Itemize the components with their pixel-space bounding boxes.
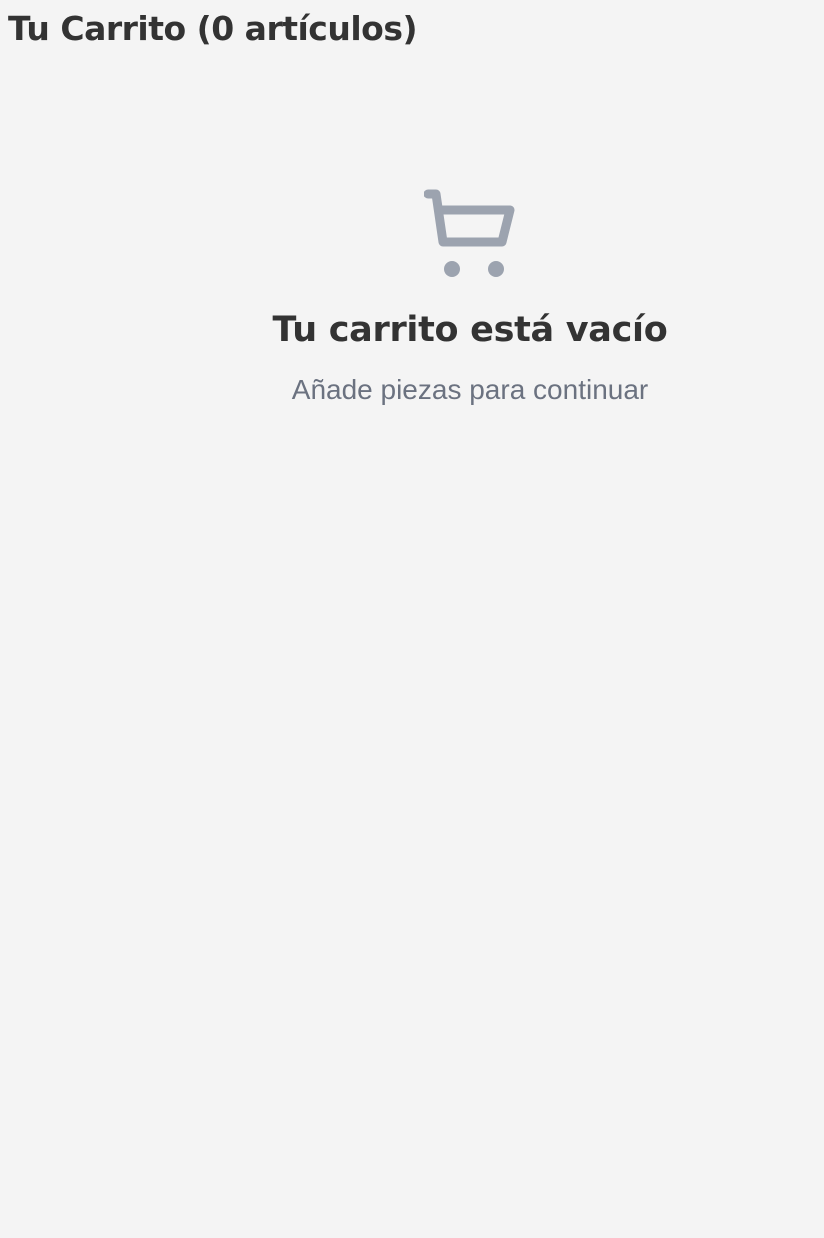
- cart-icon: [424, 186, 516, 280]
- cart-title: Tu Carrito (0 artículos): [8, 9, 418, 48]
- empty-cart-message: Añade piezas para continuar: [291, 374, 649, 405]
- empty-cart-state: Tu carrito está vacío Añade piezas para …: [230, 186, 710, 408]
- empty-cart-heading: Tu carrito está vacío: [272, 310, 668, 350]
